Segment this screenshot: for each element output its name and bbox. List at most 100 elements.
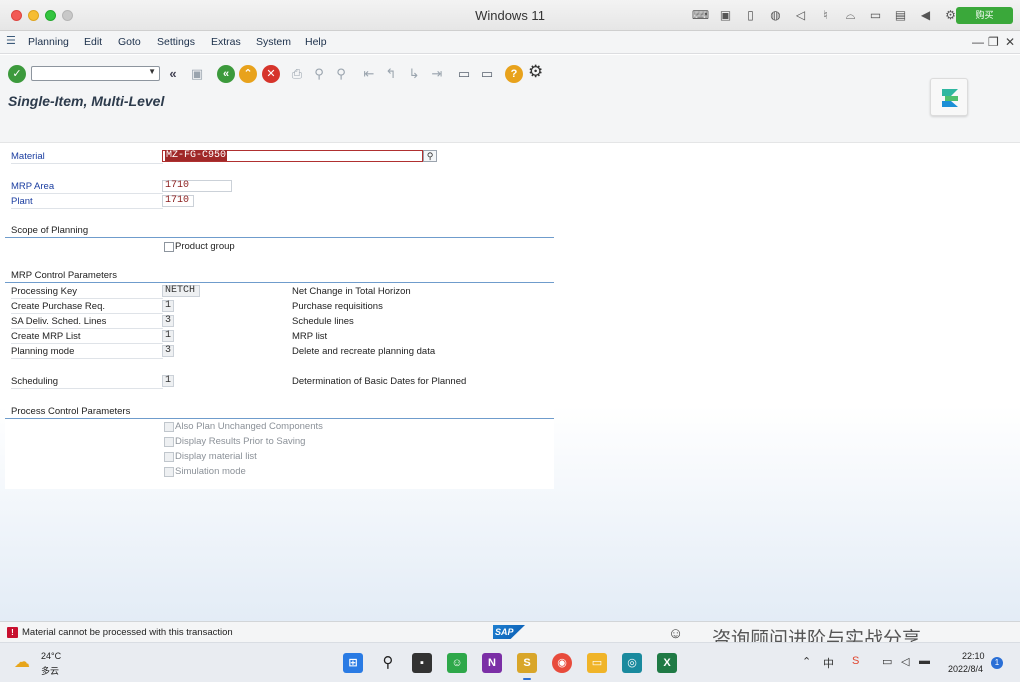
display-results-label: Display Results Prior to Saving xyxy=(175,436,306,447)
material-search-icon[interactable]: ⚲ xyxy=(423,150,437,162)
help-icon[interactable]: ? xyxy=(505,65,523,83)
usb-icon[interactable]: ▯ xyxy=(738,7,763,24)
play-left-icon[interactable]: ◀ xyxy=(913,7,938,24)
wechat-icon[interactable]: ☺ xyxy=(447,653,467,673)
planning-mode-desc: Delete and recreate planning data xyxy=(292,346,436,357)
back-icon[interactable]: « xyxy=(217,65,235,83)
plant-field[interactable]: 1710 xyxy=(162,195,194,207)
mrp-area-label: MRP Area xyxy=(11,181,163,194)
sa-deliv-sched-field[interactable]: 3 xyxy=(162,315,174,327)
file-explorer-icon[interactable]: ▭ xyxy=(587,653,607,673)
plant-label: Plant xyxy=(11,196,163,209)
previous-page-icon[interactable]: ↰ xyxy=(382,64,400,84)
last-page-icon[interactable]: ⇥ xyxy=(428,64,446,84)
network-icon[interactable]: ◍ xyxy=(763,7,788,24)
create-mrp-list-desc: MRP list xyxy=(292,331,328,342)
camera-icon[interactable]: ▭ xyxy=(863,7,888,24)
command-field[interactable]: ▼ xyxy=(31,66,160,81)
status-message[interactable]: Material cannot be processed with this t… xyxy=(22,627,233,638)
process-control-section-title: Process Control Parameters xyxy=(5,405,554,419)
simulation-mode-checkbox[interactable] xyxy=(164,467,174,477)
standard-toolbar: ✓ ▼ « ▣ « ⌃ ✕ ⎙ ⚲ ⚲ ⇤ ↰ ↳ ⇥ ▭ ▭ ? ⚙ xyxy=(0,55,1020,91)
sap-logon-icon[interactable]: S xyxy=(517,653,537,680)
vm-toolbar: ⌨ ▣ ▯ ◍ ◁ ♮ ⌓ ▭ ▤ ◀ ⚙ xyxy=(688,7,963,24)
shortcut-icon[interactable]: ▭ xyxy=(478,64,496,84)
settings-gear-icon[interactable]: ⚙ xyxy=(528,62,543,82)
material-field[interactable]: MZ-FG-C950 xyxy=(162,150,423,162)
status-bar: ! Material cannot be processed with this… xyxy=(0,621,1020,650)
first-page-icon[interactable]: ⇤ xyxy=(360,64,378,84)
menu-icon[interactable]: ☰ xyxy=(6,36,18,47)
cancel-icon[interactable]: ✕ xyxy=(262,65,280,83)
search-icon[interactable]: ⚲ xyxy=(378,653,398,673)
save-icon[interactable]: ▣ xyxy=(188,64,206,84)
menu-extras[interactable]: Extras xyxy=(211,36,241,48)
exit-icon[interactable]: ⌃ xyxy=(239,65,257,83)
print-icon[interactable]: ⎙ xyxy=(288,64,306,84)
mrp-area-field[interactable]: 1710 xyxy=(162,180,232,192)
menu-bar: ☰ Planning Edit Goto Settings Extras Sys… xyxy=(0,31,1020,54)
create-mrp-list-field[interactable]: 1 xyxy=(162,330,174,342)
processing-key-desc: Net Change in Total Horizon xyxy=(292,286,411,297)
product-group-checkbox[interactable] xyxy=(164,242,174,252)
create-purchase-req-field[interactable]: 1 xyxy=(162,300,174,312)
volume-icon[interactable]: ◁ xyxy=(901,655,909,668)
network-tray-icon[interactable]: ▭ xyxy=(882,655,892,668)
chrome-icon[interactable]: ◉ xyxy=(552,653,572,673)
browser-icon[interactable]: ◎ xyxy=(622,653,642,673)
task-view-icon[interactable]: ▪ xyxy=(412,653,432,673)
input-method-icon[interactable]: 中 xyxy=(823,655,834,671)
menu-edit[interactable]: Edit xyxy=(84,36,102,48)
create-purchase-req-desc: Purchase requisitions xyxy=(292,301,383,312)
processing-key-field[interactable]: NETCH xyxy=(162,285,200,297)
scheduling-desc: Determination of Basic Dates for Planned xyxy=(292,376,467,387)
start-icon[interactable]: ⊞ xyxy=(343,653,363,673)
clock-time[interactable]: 22:10 xyxy=(962,651,985,661)
notification-badge[interactable]: 1 xyxy=(991,657,1003,669)
menu-help[interactable]: Help xyxy=(305,36,327,48)
minimize-icon[interactable]: — xyxy=(972,35,984,49)
application-toolbar xyxy=(0,116,1020,143)
weather-temperature[interactable]: 24°C xyxy=(41,651,61,661)
fiori-launcher-icon[interactable] xyxy=(930,78,968,116)
excel-icon[interactable]: X xyxy=(657,653,677,673)
menu-goto[interactable]: Goto xyxy=(118,36,141,48)
clock-date[interactable]: 2022/8/4 xyxy=(948,664,983,674)
disk-icon[interactable]: ⌓ xyxy=(838,7,863,24)
scheduling-field[interactable]: 1 xyxy=(162,375,174,387)
restore-icon[interactable]: ❐ xyxy=(988,35,999,49)
chevron-down-icon[interactable]: ▼ xyxy=(148,67,156,76)
weather-icon[interactable]: ☁ xyxy=(14,652,30,672)
material-label: Material xyxy=(11,151,163,164)
battery-icon[interactable]: ▬ xyxy=(919,655,930,667)
display-material-list-checkbox[interactable] xyxy=(164,452,174,462)
menu-settings[interactable]: Settings xyxy=(157,36,195,48)
simulation-mode-label: Simulation mode xyxy=(175,466,246,477)
collapse-arrows-icon[interactable]: « xyxy=(164,64,182,84)
close-icon[interactable]: ✕ xyxy=(1005,35,1015,49)
speaker-icon[interactable]: ◁ xyxy=(788,7,813,24)
cpu-icon[interactable]: ▣ xyxy=(713,7,738,24)
chevron-up-icon[interactable]: ⌃ xyxy=(802,655,811,668)
onenote-icon[interactable]: N xyxy=(482,653,502,673)
new-session-icon[interactable]: ▭ xyxy=(455,64,473,84)
planning-mode-field[interactable]: 3 xyxy=(162,345,174,357)
window-titlebar: Windows 11 ⌨ ▣ ▯ ◍ ◁ ♮ ⌓ ▭ ▤ ◀ ⚙ 购买 xyxy=(0,0,1020,31)
buy-button[interactable]: 购买 xyxy=(956,7,1013,24)
screenshot-icon[interactable]: ▤ xyxy=(888,7,913,24)
app-tray-icon[interactable]: S xyxy=(852,655,859,667)
next-page-icon[interactable]: ↳ xyxy=(405,64,423,84)
menu-planning[interactable]: Planning xyxy=(28,36,69,48)
find-next-icon[interactable]: ⚲ xyxy=(332,64,350,84)
keyboard-icon[interactable]: ⌨ xyxy=(688,7,713,24)
also-plan-unchanged-checkbox[interactable] xyxy=(164,422,174,432)
mrp-control-section-title: MRP Control Parameters xyxy=(5,269,554,283)
planning-mode-label: Planning mode xyxy=(11,346,163,359)
find-icon[interactable]: ⚲ xyxy=(310,64,328,84)
display-results-checkbox[interactable] xyxy=(164,437,174,447)
weather-condition[interactable]: 多云 xyxy=(41,664,59,677)
scope-section-title: Scope of Planning xyxy=(5,224,554,238)
enter-check-icon[interactable]: ✓ xyxy=(8,65,26,83)
microphone-icon[interactable]: ♮ xyxy=(813,7,838,24)
menu-system[interactable]: System xyxy=(256,36,291,48)
